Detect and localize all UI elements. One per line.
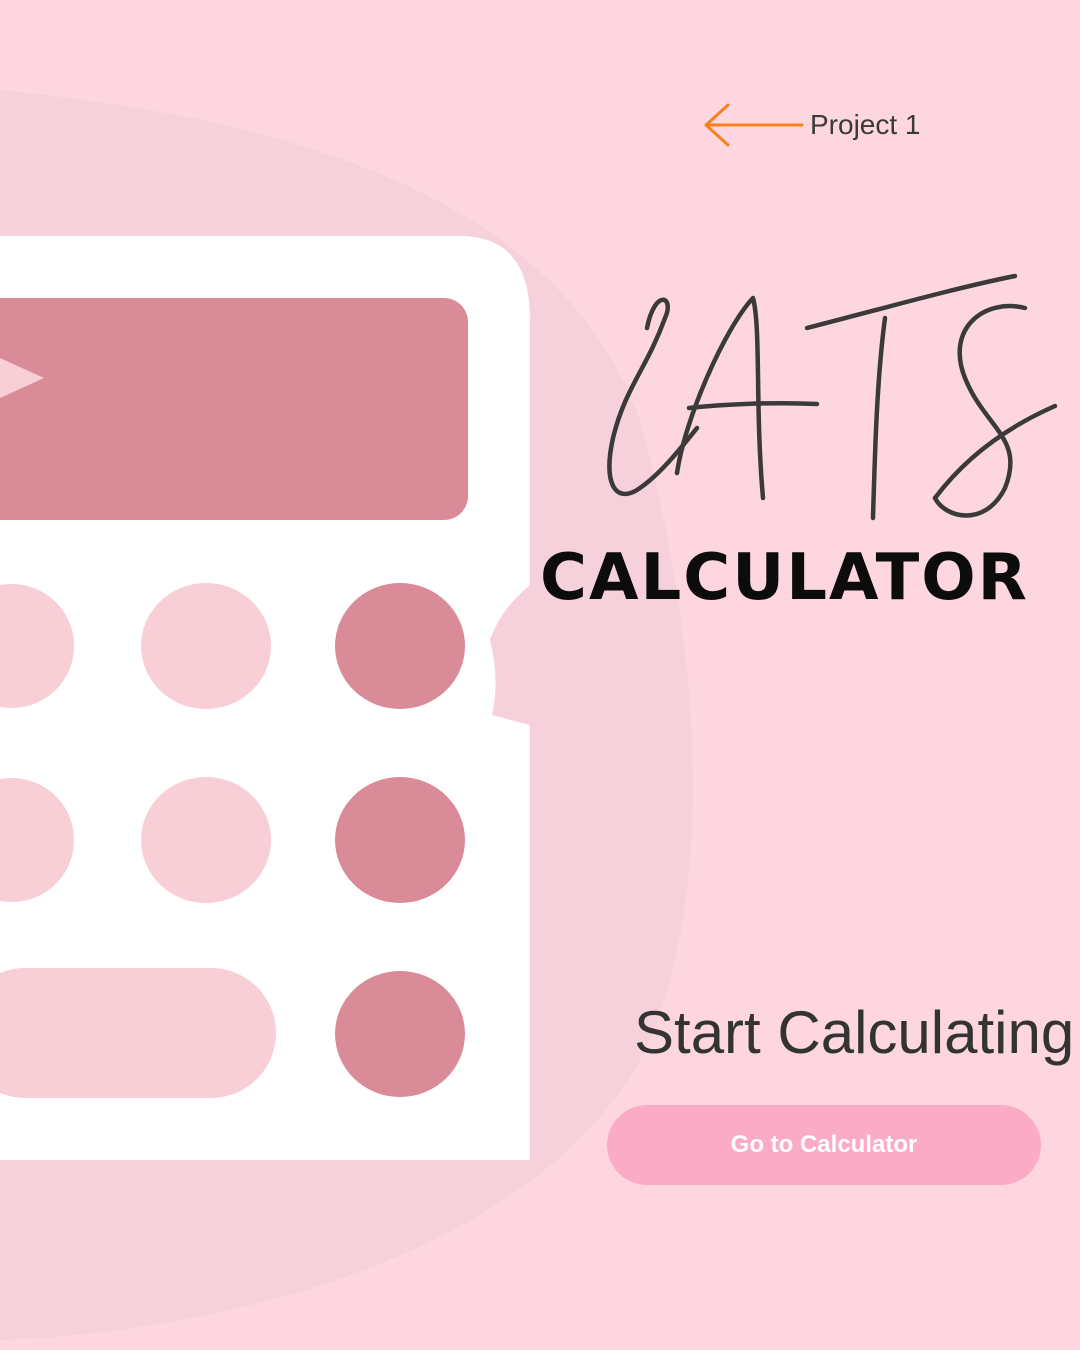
- back-link-project[interactable]: Project 1: [700, 100, 921, 150]
- key-dark: [335, 971, 465, 1097]
- back-link-label: Project 1: [810, 109, 921, 140]
- calculator-screen: [0, 298, 468, 520]
- key-wide-light: [0, 968, 276, 1098]
- key-dark: [335, 777, 465, 903]
- key-light: [141, 583, 271, 709]
- go-to-calculator-button[interactable]: Go to Calculator: [607, 1105, 1041, 1185]
- cats-script-logo: [607, 273, 1058, 521]
- cta-heading: Start Calculating: [634, 999, 1075, 1066]
- page-subtitle: CALCULATOR: [540, 541, 1029, 615]
- arrow-left-icon: [704, 103, 804, 147]
- key-light: [141, 777, 271, 903]
- key-dark: [335, 583, 465, 709]
